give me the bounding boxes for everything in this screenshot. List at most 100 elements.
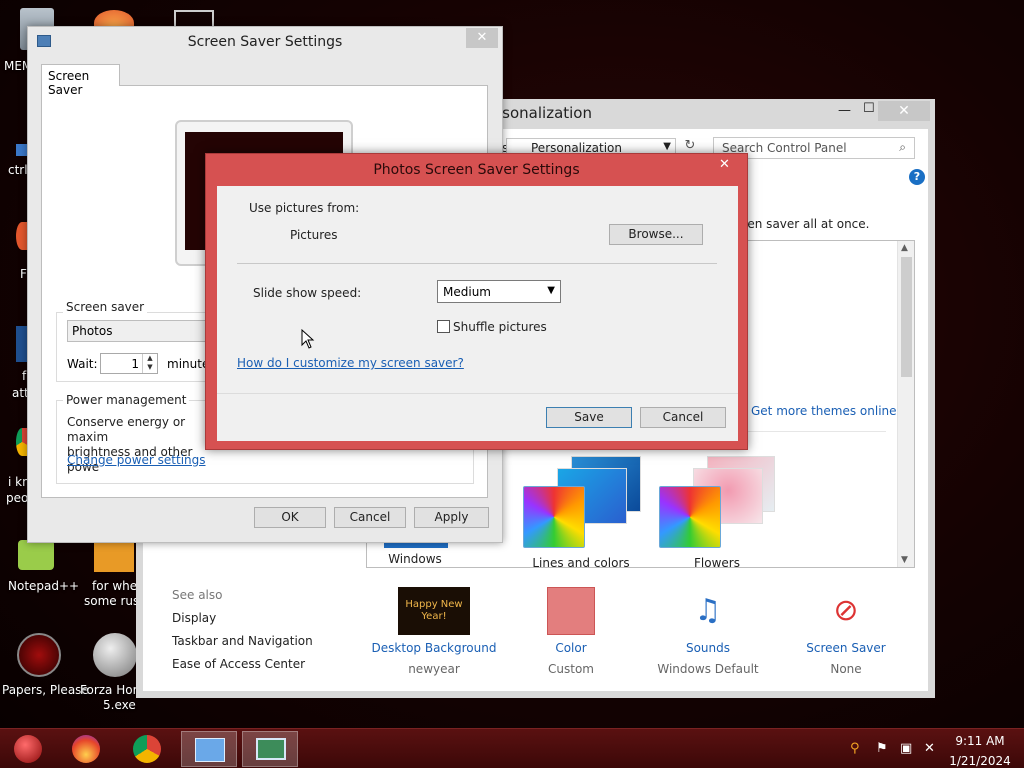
power-management-label: Power management bbox=[63, 393, 190, 407]
clock-time: 9:11 AM bbox=[955, 734, 1005, 748]
browse-button[interactable]: Browse... bbox=[609, 224, 703, 245]
desktop-background-label: Desktop Background bbox=[371, 641, 497, 655]
wait-stepper[interactable]: ▲ ▼ bbox=[142, 354, 157, 373]
search-icon[interactable]: ⌕ bbox=[899, 140, 906, 155]
theme-label-windows: Windows bbox=[388, 552, 442, 566]
screen-saver-settings-title: Screen Saver Settings bbox=[187, 34, 343, 50]
theme-lines-and-colors[interactable]: Lines and colors bbox=[516, 456, 646, 570]
start-button[interactable] bbox=[0, 731, 56, 767]
screen-saver-close-button[interactable]: ✕ bbox=[466, 28, 498, 48]
scroll-up-icon[interactable]: ▲ bbox=[901, 243, 908, 253]
screen-saver-label: Screen Saver bbox=[806, 641, 886, 655]
stepper-down-icon[interactable]: ▼ bbox=[143, 363, 157, 372]
screen-saver-select[interactable]: Photos bbox=[67, 320, 217, 342]
forwhen-desktop-icon[interactable] bbox=[94, 540, 134, 572]
taskbar-control-panel[interactable] bbox=[181, 731, 237, 767]
sounds-value: Windows Default bbox=[657, 662, 759, 676]
taskbar-chrome[interactable] bbox=[119, 731, 175, 767]
desktop-label-papers[interactable]: Papers, Please bbox=[2, 683, 89, 697]
see-also-title: See also bbox=[172, 588, 223, 602]
desktop-label-f[interactable]: F bbox=[20, 267, 27, 281]
search-icon[interactable]: ⚲ bbox=[850, 741, 860, 756]
screen-saver-icon: ⊘ bbox=[833, 593, 859, 628]
photos-dialog-title: Photos Screen Saver Settings bbox=[373, 162, 580, 178]
desktop-background-item[interactable]: Happy New Year! Desktop Background newye… bbox=[364, 587, 504, 676]
color-value: Custom bbox=[548, 662, 594, 676]
photos-screen-saver-dialog: Photos Screen Saver Settings ✕ Use pictu… bbox=[205, 153, 748, 450]
chevron-down-icon[interactable]: ▼ bbox=[547, 285, 555, 296]
taskbar-firefox[interactable] bbox=[58, 731, 114, 767]
shuffle-pictures-label[interactable]: Shuffle pictures bbox=[453, 320, 547, 334]
notepad-plus-icon[interactable] bbox=[18, 540, 54, 570]
personalization-close-button[interactable]: ✕ bbox=[878, 101, 930, 121]
desktop-background-value: newyear bbox=[408, 662, 460, 676]
stepper-up-icon[interactable]: ▲ bbox=[143, 354, 157, 363]
cancel-button[interactable]: Cancel bbox=[334, 507, 406, 528]
photos-dialog-footer: Save Cancel bbox=[217, 393, 738, 441]
desktop-label-forza-1[interactable]: Forza Hori bbox=[80, 683, 141, 697]
photos-close-icon[interactable]: ✕ bbox=[719, 157, 730, 172]
change-power-settings-link[interactable]: Change power settings bbox=[67, 453, 206, 467]
customize-help-link[interactable]: How do I customize my screen saver? bbox=[237, 356, 464, 370]
flag-icon[interactable]: ⚑ bbox=[876, 741, 888, 756]
personalization-description: een saver all at once. bbox=[740, 217, 870, 231]
save-button[interactable]: Save bbox=[546, 407, 632, 428]
personalization-title: rsonalization bbox=[496, 104, 592, 122]
screen-saver-item[interactable]: ⊘ Screen Saver None bbox=[776, 587, 916, 676]
taskbar-screen-saver[interactable] bbox=[242, 731, 298, 767]
tab-screen-saver[interactable]: Screen Saver bbox=[41, 64, 120, 97]
maximize-button[interactable]: ☐ bbox=[863, 101, 875, 116]
see-also-ease-of-access[interactable]: Ease of Access Center bbox=[172, 657, 305, 671]
color-label: Color bbox=[555, 641, 587, 655]
monitor-icon bbox=[256, 738, 286, 760]
speed-value: Medium bbox=[443, 285, 491, 299]
wait-label: Wait: bbox=[67, 357, 98, 371]
clock-date: 1/21/2024 bbox=[949, 754, 1011, 768]
shuffle-pictures-checkbox[interactable] bbox=[437, 320, 450, 333]
apply-button[interactable]: Apply bbox=[414, 507, 489, 528]
slide-show-speed-label: Slide show speed: bbox=[253, 286, 362, 300]
minimize-button[interactable]: — bbox=[838, 103, 851, 118]
mouse-cursor-icon bbox=[301, 329, 315, 349]
theme-flowers[interactable]: Flowers bbox=[652, 456, 782, 570]
taskbar-clock[interactable]: 9:11 AM 1/21/2024 bbox=[940, 733, 1020, 768]
use-pictures-label: Use pictures from: bbox=[249, 201, 360, 215]
taskbar bbox=[0, 728, 1024, 768]
theme-scrollbar[interactable]: ▲ ▼ bbox=[897, 241, 914, 567]
help-icon[interactable]: ? bbox=[909, 169, 925, 185]
firefox-icon bbox=[72, 735, 100, 763]
scroll-thumb[interactable] bbox=[901, 257, 912, 377]
get-more-themes-link[interactable]: Get more themes online bbox=[751, 404, 897, 418]
speaker-muted-icon[interactable]: ✕ bbox=[924, 741, 935, 756]
control-panel-icon bbox=[195, 738, 225, 762]
photos-dialog-body: Use pictures from: Pictures Browse... Sl… bbox=[217, 186, 738, 441]
slide-show-speed-select[interactable]: Medium ▼ bbox=[437, 280, 561, 303]
desktop-label-f2[interactable]: f bbox=[22, 369, 26, 383]
desktop-background-thumb: Happy New Year! bbox=[398, 587, 470, 635]
screen-saver-value: None bbox=[830, 662, 862, 676]
photos-divider bbox=[237, 263, 717, 264]
sounds-label: Sounds bbox=[685, 641, 731, 655]
network-icon[interactable]: ▣ bbox=[900, 741, 912, 756]
color-swatch bbox=[547, 587, 595, 635]
color-palette-icon bbox=[523, 486, 585, 548]
chevron-down-icon[interactable]: ▼ bbox=[663, 141, 671, 152]
pictures-folder-value: Pictures bbox=[290, 228, 338, 242]
theme-label-flowers: Flowers bbox=[694, 556, 740, 570]
desktop-label-peo[interactable]: peo bbox=[6, 491, 28, 505]
see-also-display[interactable]: Display bbox=[172, 611, 216, 625]
desktop-label-forza-2[interactable]: 5.exe bbox=[103, 698, 136, 712]
ok-button[interactable]: OK bbox=[254, 507, 326, 528]
papers-please-icon[interactable] bbox=[17, 633, 61, 677]
see-also-taskbar[interactable]: Taskbar and Navigation bbox=[172, 634, 313, 648]
color-item[interactable]: Color Custom bbox=[501, 587, 641, 676]
scroll-down-icon[interactable]: ▼ bbox=[901, 555, 908, 565]
desktop-label-notepad[interactable]: Notepad++ bbox=[8, 579, 79, 593]
screen-saver-group-label: Screen saver bbox=[63, 300, 148, 314]
photos-cancel-button[interactable]: Cancel bbox=[640, 407, 726, 428]
theme-label-lines: Lines and colors bbox=[532, 556, 630, 570]
forza-flash-icon[interactable] bbox=[93, 633, 137, 677]
sounds-item[interactable]: ♫ Sounds Windows Default bbox=[638, 587, 778, 676]
start-orb-icon bbox=[14, 735, 42, 763]
chrome-icon bbox=[133, 735, 161, 763]
